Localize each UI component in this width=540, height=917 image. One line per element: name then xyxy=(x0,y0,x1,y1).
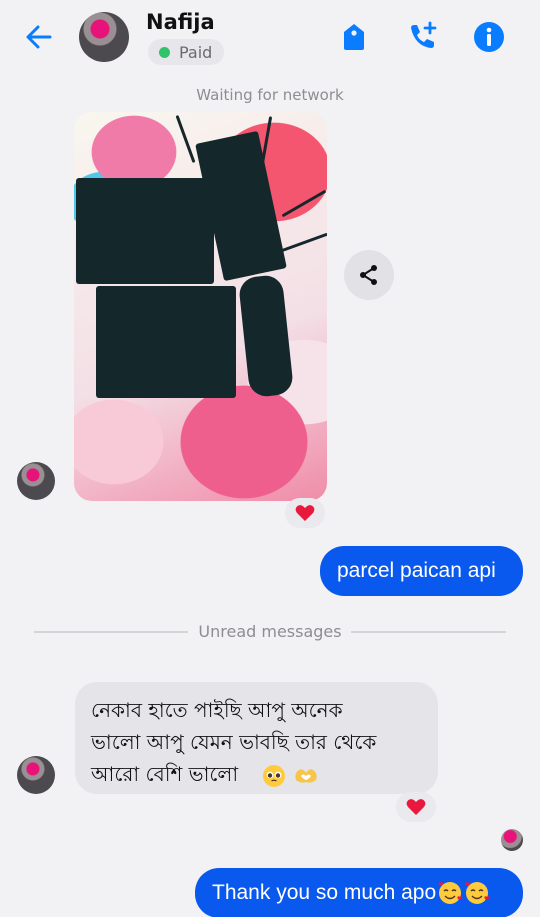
share-button[interactable] xyxy=(344,250,394,300)
heart-reaction[interactable] xyxy=(285,498,325,528)
smiling-face-with-hearts-icon xyxy=(438,882,463,904)
outgoing-message[interactable]: parcel paican api xyxy=(320,546,523,596)
message-text: parcel paican api xyxy=(337,559,496,582)
online-dot-icon xyxy=(159,46,170,58)
heart-reaction[interactable] xyxy=(396,792,436,822)
heart-icon xyxy=(406,799,426,815)
outgoing-message[interactable]: Thank you so much apo xyxy=(195,868,523,917)
add-call-icon xyxy=(411,21,437,48)
tag-button[interactable] xyxy=(337,20,371,54)
unread-divider: Unread messages xyxy=(34,620,506,644)
network-status: Waiting for network xyxy=(196,86,344,104)
sender-avatar[interactable] xyxy=(17,462,55,500)
contact-avatar[interactable] xyxy=(79,12,129,62)
sender-avatar[interactable] xyxy=(17,756,55,794)
contact-name[interactable]: Nafija xyxy=(146,10,215,34)
message-line-2: ভালো আপু যেমন ভাবছি তার থেকে xyxy=(91,730,377,754)
smiling-face-with-hearts-icon xyxy=(465,882,490,904)
tag-icon xyxy=(344,24,364,50)
shared-photo[interactable] xyxy=(74,112,327,501)
message-line-3-text: আরো বেশি ভালো xyxy=(91,762,239,786)
back-button[interactable] xyxy=(22,20,56,54)
message-line-3: আরো বেশি ভালো xyxy=(91,758,424,790)
heart-hands-icon xyxy=(295,768,317,783)
heart-icon xyxy=(295,505,315,521)
chat-header: Nafija Paid xyxy=(0,0,540,80)
pleading-face-icon xyxy=(263,764,286,787)
message-text: Thank you so much apo xyxy=(212,881,437,904)
message-line-1: নেকাব হাতে পাইছি আপু অনেক xyxy=(91,698,343,722)
back-arrow-icon xyxy=(26,25,52,49)
info-button[interactable] xyxy=(472,20,506,54)
badge-label: Paid xyxy=(179,42,213,62)
info-icon xyxy=(474,22,504,52)
add-call-button[interactable] xyxy=(405,20,439,54)
divider-label: Unread messages xyxy=(198,622,342,641)
share-icon xyxy=(360,265,377,285)
read-receipt-avatar xyxy=(501,829,523,851)
paid-status-badge: Paid xyxy=(148,39,225,65)
incoming-message[interactable]: নেকাব হাতে পাইছি আপু অনেক ভালো আপু যেমন … xyxy=(75,682,438,794)
